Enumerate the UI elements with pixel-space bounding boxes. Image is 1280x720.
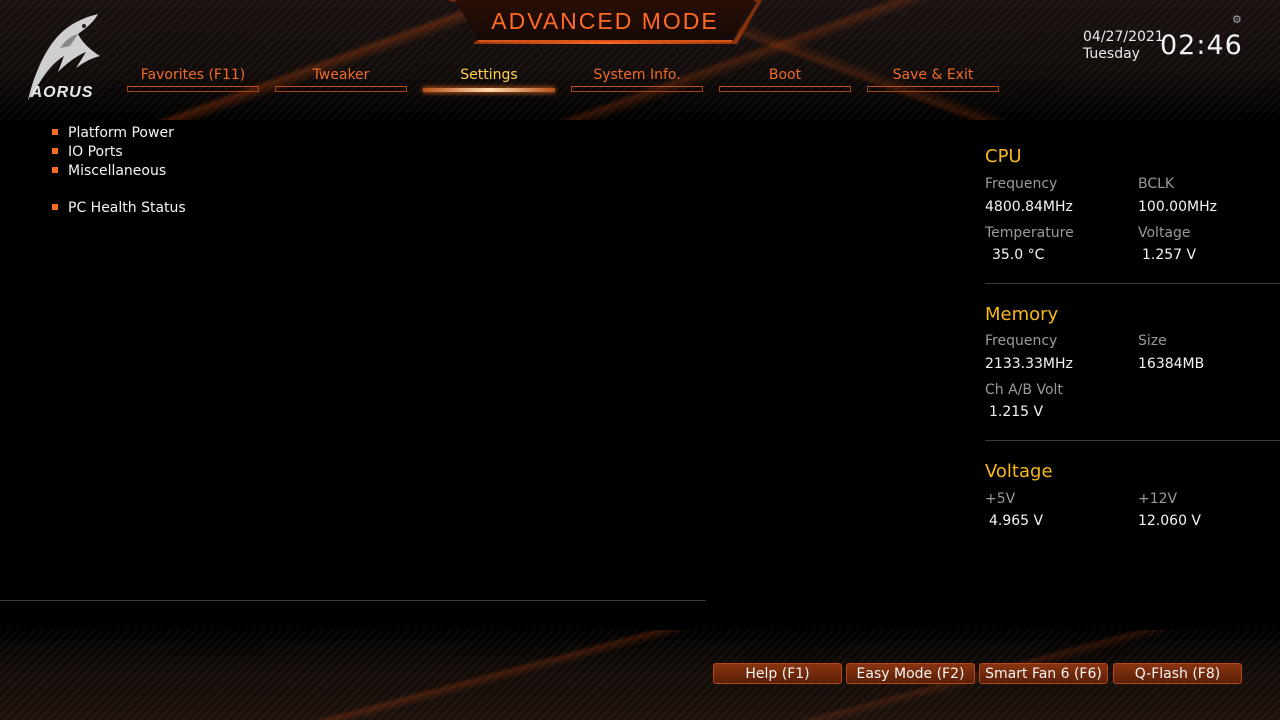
tab-boot[interactable]: Boot [719,64,851,92]
voltage-section-title: Voltage [985,461,1053,482]
day-display: Tuesday [1083,46,1140,62]
voltage-5v-label: +5V [985,491,1016,507]
menu-item-pc-health-status[interactable]: PC Health Status [52,199,186,217]
tab-settings[interactable]: Settings [423,64,555,92]
memory-frequency-value: 2133.33MHz [985,356,1073,372]
cpu-section-title: CPU [985,146,1022,167]
bullet-icon [52,204,58,210]
cpu-voltage-label: Voltage [1138,225,1191,241]
bullet-icon [52,167,58,173]
cpu-temperature-label: Temperature [985,225,1074,241]
page-title: ADVANCED MODE [491,8,719,34]
voltage-12v-value: 12.060 V [1138,513,1202,529]
voltage-5v-value: 4.965 V [989,513,1044,529]
menu-item-miscellaneous[interactable]: Miscellaneous [52,162,166,180]
smart-fan-button[interactable]: Smart Fan 6 (F6) [979,663,1108,684]
memory-chab-volt-value: 1.215 V [989,404,1044,420]
date-display: 04/27/2021 [1083,29,1164,45]
tab-save-exit[interactable]: Save & Exit [867,64,999,92]
memory-size-value: 16384MB [1138,356,1205,372]
menu-item-label: Miscellaneous [68,163,167,179]
easy-mode-button[interactable]: Easy Mode (F2) [846,663,975,684]
cpu-bclk-label: BCLK [1138,176,1175,192]
content-divider [0,600,706,601]
menu-item-label: Platform Power [68,125,174,141]
tab-system-info[interactable]: System Info. [571,64,703,92]
q-flash-button[interactable]: Q-Flash (F8) [1113,663,1242,684]
tab-tweaker[interactable]: Tweaker [275,64,407,92]
memory-size-label: Size [1138,333,1167,349]
tab-favorites[interactable]: Favorites (F11) [127,64,259,92]
help-button[interactable]: Help (F1) [713,663,842,684]
menu-item-io-ports[interactable]: IO Ports [52,143,123,161]
cpu-bclk-value: 100.00MHz [1138,199,1217,215]
cpu-frequency-value: 4800.84MHz [985,199,1073,215]
menu-item-platform-power[interactable]: Platform Power [52,124,174,142]
settings-gear-icon[interactable]: ⚙ [1232,13,1242,26]
cpu-separator [985,283,1280,284]
memory-chab-volt-label: Ch A/B Volt [985,382,1063,398]
memory-frequency-label: Frequency [985,333,1058,349]
cpu-frequency-label: Frequency [985,176,1058,192]
bullet-icon [52,129,58,135]
voltage-12v-label: +12V [1138,491,1178,507]
bullet-icon [52,148,58,154]
menu-item-label: PC Health Status [68,200,186,216]
memory-section-title: Memory [985,304,1059,325]
aorus-logo-text: AORUS [30,84,94,101]
clock-display: 02:46 [1160,30,1243,61]
menu-item-label: IO Ports [68,144,123,160]
cpu-voltage-value: 1.257 V [1142,247,1197,263]
memory-separator [985,440,1280,441]
cpu-temperature-value: 35.0 °C [992,247,1045,263]
